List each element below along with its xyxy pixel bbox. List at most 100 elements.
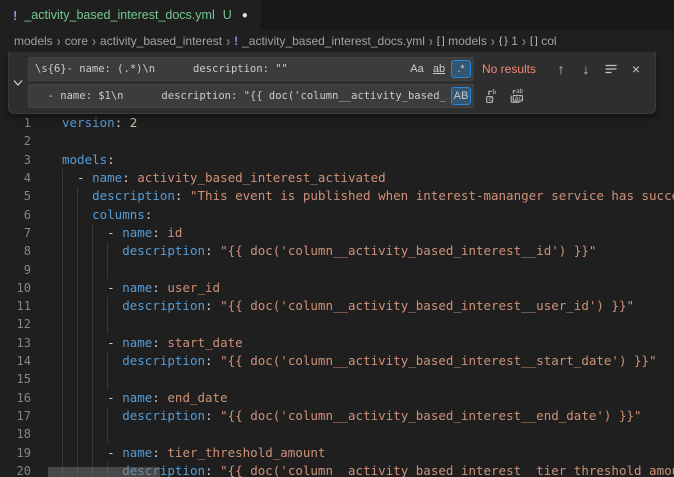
find-input-value: \s{6}- name: (.*)\n description: "" <box>35 63 288 75</box>
line-number[interactable]: 19 <box>0 444 31 462</box>
horizontal-scrollbar[interactable] <box>48 467 160 477</box>
code-token: : <box>152 445 167 460</box>
find-input[interactable]: \s{6}- name: (.*)\n description: "" Aa a… <box>28 57 474 81</box>
line-number[interactable]: 12 <box>0 315 31 333</box>
code-line[interactable]: 5 description: "This event is published … <box>0 187 674 205</box>
line-number[interactable]: 11 <box>0 297 31 315</box>
code-token: : <box>152 390 167 405</box>
close-button[interactable]: × <box>626 59 646 79</box>
code-line[interactable]: 16 - name: end_date <box>0 389 674 407</box>
replace-button[interactable]: b c <box>482 86 502 106</box>
regex-option[interactable]: .* <box>451 60 471 78</box>
indent-guide <box>92 315 93 333</box>
breadcrumb-label: activity_based_interest <box>100 34 222 48</box>
breadcrumb-item[interactable]: !_activity_based_interest_docs.yml <box>234 34 425 48</box>
preserve-case-option[interactable]: AB <box>451 87 471 105</box>
line-number[interactable]: 9 <box>0 261 31 279</box>
code-line[interactable]: 10 - name: user_id <box>0 279 674 297</box>
code-token: : <box>145 207 153 222</box>
previous-match-button[interactable]: ↑ <box>551 59 571 79</box>
line-number[interactable]: 3 <box>0 151 31 169</box>
find-replace-widget: \s{6}- name: (.*)\n description: "" Aa a… <box>8 52 656 114</box>
tab-file[interactable]: ! _activity_based_interest_docs.yml U ● <box>0 0 262 30</box>
code-line[interactable]: 15 <box>0 370 674 388</box>
code-token: name <box>122 280 152 295</box>
line-number[interactable]: 14 <box>0 352 31 370</box>
breadcrumb-label: _activity_based_interest_docs.yml <box>242 34 425 48</box>
breadcrumb-item[interactable]: models <box>14 34 53 48</box>
code-line[interactable]: 8 description: "{{ doc('column__activity… <box>0 242 674 260</box>
breadcrumb-item[interactable]: [ ]col <box>530 34 557 48</box>
indent-guide <box>107 242 108 260</box>
line-number[interactable]: 17 <box>0 407 31 425</box>
breadcrumb-label: 1 <box>511 34 518 48</box>
line-number[interactable]: 6 <box>0 206 31 224</box>
line-number[interactable]: 8 <box>0 242 31 260</box>
breadcrumb-item[interactable]: [ ]models <box>437 34 487 48</box>
code-line[interactable]: 4 - name: activity_based_interest_activa… <box>0 169 674 187</box>
indent-guide <box>92 425 93 443</box>
whole-word-option[interactable]: ab <box>429 60 449 78</box>
code-line[interactable]: 11 description: "{{ doc('column__activit… <box>0 297 674 315</box>
find-in-selection-button[interactable] <box>601 59 621 79</box>
editor-pane[interactable]: \s{6}- name: (.*)\n description: "" Aa a… <box>0 52 674 477</box>
code-token: " <box>220 463 228 477</box>
svg-text:ac: ac <box>515 95 523 102</box>
indent-guide <box>62 206 63 224</box>
chevron-right-icon: › <box>491 32 495 50</box>
code-line[interactable]: 17 description: "{{ doc('column__activit… <box>0 407 674 425</box>
line-number[interactable]: 15 <box>0 370 31 388</box>
breadcrumb-label: core <box>65 34 88 48</box>
match-case-option[interactable]: Aa <box>407 60 427 78</box>
code-token: activity_based_interest_activated <box>137 170 385 185</box>
indent-guide <box>107 315 108 333</box>
code-token: doc('column__activity_based_interest__ti… <box>243 463 674 477</box>
breadcrumb-item[interactable]: activity_based_interest <box>100 34 222 48</box>
code-line[interactable]: 7 - name: id <box>0 224 674 242</box>
code-token: " <box>627 298 635 313</box>
chevron-right-icon: › <box>57 32 61 50</box>
code-line[interactable]: 13 - name: start_date <box>0 334 674 352</box>
unsaved-dot-icon[interactable]: ● <box>242 10 248 21</box>
replace-all-icon: ab ac <box>509 88 525 104</box>
code-token: description <box>122 298 205 313</box>
line-content: description: "This event is published wh… <box>62 187 674 205</box>
replace-input[interactable]: - name: $1\n description: "{{ doc('colum… <box>28 84 474 108</box>
breadcrumb-item[interactable]: { }1 <box>499 34 518 48</box>
code-line[interactable]: 2 <box>0 132 674 150</box>
code-token: {{ <box>228 353 243 368</box>
code-token: {{ <box>228 243 243 258</box>
code-line[interactable]: 6 columns: <box>0 206 674 224</box>
line-number[interactable]: 20 <box>0 462 31 477</box>
code-token: : <box>205 408 220 423</box>
line-content: description: "{{ doc('column__activity_b… <box>62 407 674 425</box>
indent-guide <box>62 297 63 315</box>
line-number[interactable]: 5 <box>0 187 31 205</box>
code-content[interactable]: 1version: 223models:4 - name: activity_b… <box>0 114 674 477</box>
breadcrumb-item[interactable]: core <box>65 34 88 48</box>
code-line[interactable]: 18 <box>0 425 674 443</box>
line-number[interactable]: 2 <box>0 132 31 150</box>
code-line[interactable]: 1version: 2 <box>0 114 674 132</box>
line-number[interactable]: 7 <box>0 224 31 242</box>
code-token: description <box>122 353 205 368</box>
line-content: - name: activity_based_interest_activate… <box>62 169 674 187</box>
line-number[interactable]: 18 <box>0 425 31 443</box>
line-number[interactable]: 13 <box>0 334 31 352</box>
code-line[interactable]: 19 - name: tier_threshold_amount <box>0 444 674 462</box>
code-token: {{ <box>228 463 243 477</box>
code-line[interactable]: 3models: <box>0 151 674 169</box>
next-match-button[interactable]: ↓ <box>576 59 596 79</box>
code-line[interactable]: 9 <box>0 261 674 279</box>
code-line[interactable]: 14 description: "{{ doc('column__activit… <box>0 352 674 370</box>
line-number[interactable]: 10 <box>0 279 31 297</box>
code-token: doc('column__activity_based_interest__us… <box>243 298 612 313</box>
line-number[interactable]: 16 <box>0 389 31 407</box>
replace-all-button[interactable]: ab ac <box>507 86 527 106</box>
indent-guide <box>107 425 108 443</box>
line-number[interactable]: 1 <box>0 114 31 132</box>
code-line[interactable]: 12 <box>0 315 674 333</box>
code-token: " <box>649 353 657 368</box>
toggle-replace-chevron[interactable] <box>9 52 26 113</box>
line-number[interactable]: 4 <box>0 169 31 187</box>
